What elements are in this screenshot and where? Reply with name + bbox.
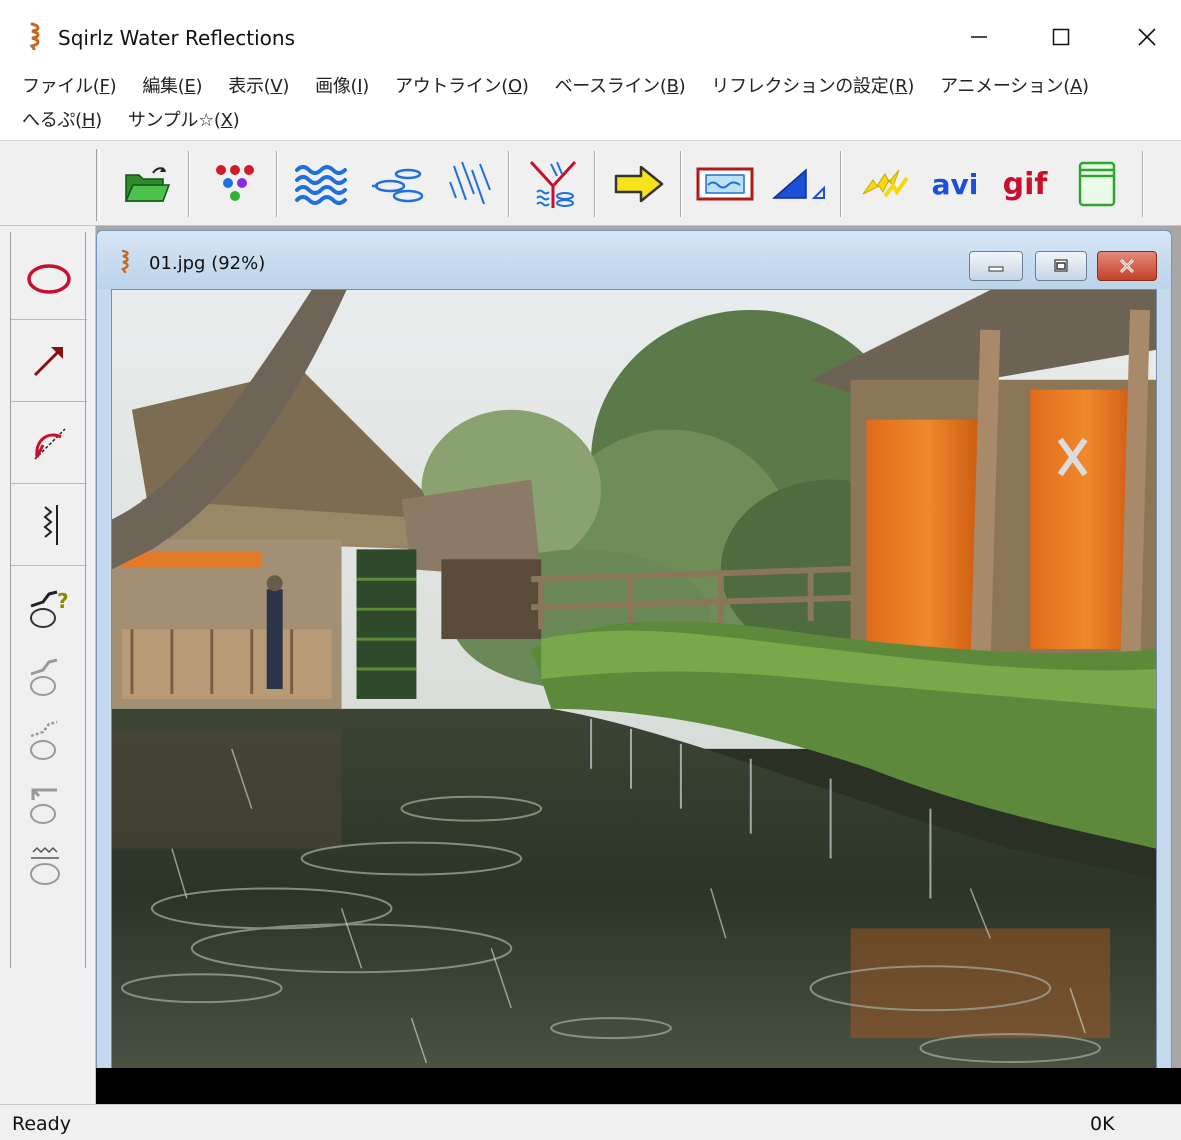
document-title-bar[interactable]: 01.jpg (92%) xyxy=(97,231,1171,289)
reflection-button[interactable] xyxy=(524,155,582,213)
menu-edit[interactable]: 編集(E) xyxy=(142,72,202,98)
arrow-diagonal-icon xyxy=(33,346,63,376)
open-folder-icon xyxy=(124,167,171,202)
avi-icon: avi xyxy=(931,167,979,201)
toolbar-separator xyxy=(276,151,278,217)
toolbar-separator xyxy=(188,151,190,217)
close-button[interactable] xyxy=(1118,14,1176,60)
ellipse-tool-button[interactable] xyxy=(11,238,87,320)
triangle-icon xyxy=(772,168,825,199)
panel-icon xyxy=(1078,161,1116,207)
water-button[interactable] xyxy=(292,155,350,213)
menu-samples[interactable]: サンプル☆(X) xyxy=(128,106,240,132)
arrow-tool-button[interactable] xyxy=(11,320,87,402)
toolbar-separator xyxy=(508,151,510,217)
preview-frame-icon xyxy=(696,167,754,201)
menu-image[interactable]: 画像(I) xyxy=(315,72,369,98)
minimize-icon xyxy=(971,36,987,38)
restore-icon xyxy=(1054,259,1068,272)
outline-wave-disabled-icon xyxy=(30,846,60,885)
maximize-icon xyxy=(1052,28,1070,46)
toolbar: avi gif xyxy=(0,140,1181,226)
gif-export-button[interactable]: gif xyxy=(996,155,1054,213)
minimize-icon xyxy=(988,266,1004,272)
document-minimize-button[interactable] xyxy=(969,251,1023,281)
left-tool-panel: ? xyxy=(0,226,96,1104)
app-title: Sqirlz Water Reflections xyxy=(58,26,295,50)
reflection-split-icon xyxy=(529,160,577,208)
color-dots-icon xyxy=(216,165,254,201)
toolbar-separator xyxy=(1142,151,1144,217)
document-logo-icon xyxy=(121,249,129,273)
ripples-button[interactable] xyxy=(368,155,426,213)
toolbar-separator xyxy=(840,151,842,217)
menu-file[interactable]: ファイル(F) xyxy=(22,72,117,98)
menu-baseline[interactable]: ベースライン(B) xyxy=(555,72,686,98)
outline-tool-button-1 xyxy=(11,640,87,706)
baseline-button[interactable] xyxy=(770,155,828,213)
outline-tool-button-2 xyxy=(11,704,87,770)
open-file-button[interactable] xyxy=(118,155,176,213)
mdi-workspace: 01.jpg (92%) xyxy=(96,226,1181,1104)
document-title: 01.jpg (92%) xyxy=(149,253,266,274)
status-bar: Ready 0K xyxy=(0,1104,1181,1140)
colors-button[interactable] xyxy=(206,155,264,213)
menu-view[interactable]: 表示(V) xyxy=(228,72,289,98)
status-text: Ready xyxy=(12,1113,71,1135)
app-logo-icon xyxy=(29,22,40,50)
outline-tool-button-4 xyxy=(11,832,87,898)
ripple-ellipses-icon xyxy=(372,168,424,203)
outline-tool-button-3 xyxy=(11,768,87,834)
menu-animation[interactable]: アニメーション(A) xyxy=(940,72,1089,98)
arc-angle-icon xyxy=(34,427,66,460)
gif-icon: gif xyxy=(1002,166,1048,202)
menu-reflection-settings[interactable]: リフレクションの設定(R) xyxy=(711,72,914,98)
tool-panel-frame: ? xyxy=(10,232,87,968)
workspace-bottom-edge xyxy=(96,1068,1181,1104)
document-close-button[interactable] xyxy=(1097,251,1157,281)
ellipse-icon xyxy=(27,263,71,294)
menu-bar: ファイル(F) 編集(E) 表示(V) 画像(I) アウトライン(O) ベースラ… xyxy=(0,68,1181,140)
arc-tool-button[interactable] xyxy=(11,402,87,484)
outline-question-icon: ? xyxy=(30,589,69,628)
rain-button[interactable] xyxy=(442,155,500,213)
water-waves-icon xyxy=(295,165,347,205)
zigzag-line-icon xyxy=(43,504,58,545)
menu-row: へるぷ(H) サンプル☆(X) xyxy=(22,106,240,132)
svg-text:?: ? xyxy=(57,589,69,613)
water-reflection-photo xyxy=(112,290,1156,1074)
zigzag-tool-button[interactable] xyxy=(11,484,87,566)
outline-arrow-disabled-icon xyxy=(30,788,57,824)
image-document-window: 01.jpg (92%) xyxy=(96,230,1172,1090)
toolbar-separator xyxy=(594,151,596,217)
preview-button[interactable] xyxy=(696,155,754,213)
toolbar-grip[interactable] xyxy=(96,149,100,221)
outline-disabled-icon xyxy=(30,658,58,696)
close-icon xyxy=(1138,28,1156,46)
image-canvas[interactable] xyxy=(111,289,1157,1075)
title-bar: Sqirlz Water Reflections xyxy=(0,0,1181,70)
menu-help[interactable]: へるぷ(H) xyxy=(22,106,102,132)
outline-query-button[interactable]: ? xyxy=(11,572,87,638)
document-restore-button[interactable] xyxy=(1035,251,1087,281)
menu-outline[interactable]: アウトライン(O) xyxy=(395,72,529,98)
lightning-icon xyxy=(862,169,909,198)
apply-button[interactable] xyxy=(610,155,668,213)
arrow-right-icon xyxy=(614,165,664,203)
menu-row: ファイル(F) 編集(E) 表示(V) 画像(I) アウトライン(O) ベースラ… xyxy=(22,72,1089,98)
toolbar-separator xyxy=(680,151,682,217)
rain-lines-icon xyxy=(449,161,491,205)
panel-button[interactable] xyxy=(1068,155,1126,213)
outline-dashed-disabled-icon xyxy=(30,720,58,760)
status-indicator: 0K xyxy=(1090,1113,1115,1135)
effects-button[interactable] xyxy=(856,155,914,213)
avi-export-button[interactable]: avi xyxy=(926,155,984,213)
minimize-button[interactable] xyxy=(950,14,1008,60)
close-icon xyxy=(1119,258,1135,274)
maximize-button[interactable] xyxy=(1032,14,1090,60)
